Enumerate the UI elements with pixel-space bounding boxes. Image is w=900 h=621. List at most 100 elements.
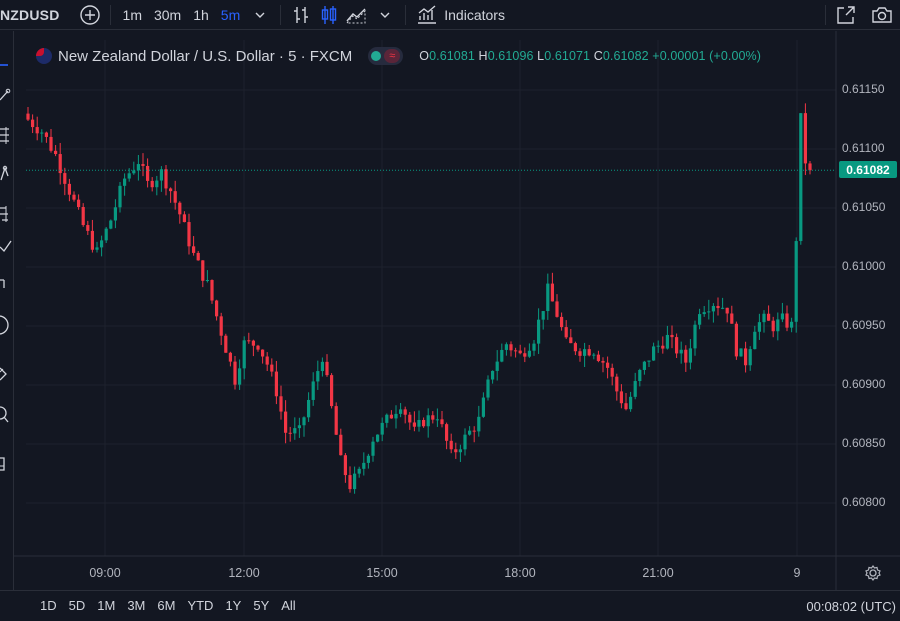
candle-body bbox=[799, 113, 803, 242]
range-1d-button[interactable]: 1D bbox=[34, 598, 63, 613]
candle-body bbox=[532, 343, 536, 351]
candle-body bbox=[316, 371, 320, 382]
candle-body bbox=[757, 322, 761, 332]
candle-body bbox=[550, 283, 554, 302]
utc-clock[interactable]: 00:08:02 (UTC) bbox=[806, 591, 896, 621]
candle-body bbox=[169, 188, 173, 192]
candle-body bbox=[564, 327, 568, 338]
candle-body bbox=[132, 170, 136, 174]
candle-body bbox=[468, 430, 472, 435]
candle-body bbox=[440, 419, 444, 425]
candle-body bbox=[343, 455, 347, 476]
candle-body bbox=[320, 361, 324, 372]
candle-body bbox=[693, 324, 697, 349]
candle-body bbox=[569, 337, 573, 344]
candle-body bbox=[707, 311, 711, 313]
candle-body bbox=[49, 136, 53, 151]
candle-body bbox=[311, 381, 315, 400]
candle-body bbox=[302, 417, 306, 426]
candle-body bbox=[307, 399, 311, 418]
candle-body bbox=[261, 349, 265, 357]
candle-body bbox=[293, 428, 297, 434]
price-label: 0.60950 bbox=[842, 318, 886, 332]
market-status-pill[interactable]: ≈ bbox=[368, 47, 404, 65]
open-value: 0.61081 bbox=[429, 49, 475, 63]
candle-body bbox=[794, 241, 798, 322]
range-5d-button[interactable]: 5D bbox=[63, 598, 92, 613]
candle-body bbox=[113, 207, 117, 221]
candle-body bbox=[141, 164, 145, 166]
candle-body bbox=[150, 180, 154, 188]
candle-body bbox=[366, 455, 370, 463]
candle-body bbox=[481, 397, 485, 417]
range-all-button[interactable]: All bbox=[275, 598, 301, 613]
candle-body bbox=[95, 247, 99, 250]
candle-body bbox=[670, 334, 674, 338]
candle-body bbox=[233, 361, 237, 385]
candle-body bbox=[523, 353, 527, 357]
candle-body bbox=[72, 194, 76, 200]
range-5y-button[interactable]: 5Y bbox=[247, 598, 275, 613]
chart-settings-button[interactable] bbox=[864, 564, 882, 585]
candle-body bbox=[274, 371, 278, 397]
candle-body bbox=[325, 361, 329, 376]
candle-body bbox=[656, 345, 660, 347]
range-1m-button[interactable]: 1M bbox=[91, 598, 121, 613]
candle-body bbox=[463, 434, 467, 450]
candle-body bbox=[744, 348, 748, 366]
candle-body bbox=[219, 316, 223, 336]
candle-body bbox=[330, 375, 334, 407]
candle-body bbox=[403, 409, 407, 415]
time-label: 18:00 bbox=[504, 566, 536, 580]
candle-body bbox=[247, 340, 251, 342]
candle-body bbox=[776, 319, 780, 332]
candle-body bbox=[155, 180, 159, 188]
candle-body bbox=[159, 169, 163, 181]
range-ytd-button[interactable]: YTD bbox=[181, 598, 219, 613]
candle-body bbox=[748, 349, 752, 366]
candle-body bbox=[173, 191, 177, 203]
candles-series bbox=[26, 103, 812, 494]
candle-body bbox=[624, 403, 628, 410]
candle-body bbox=[182, 214, 186, 223]
candle-body bbox=[790, 321, 794, 328]
gear-icon bbox=[865, 565, 881, 581]
candle-body bbox=[210, 280, 214, 301]
range-6m-button[interactable]: 6M bbox=[151, 598, 181, 613]
candle-body bbox=[90, 230, 94, 250]
candle-body bbox=[348, 475, 352, 490]
candle-body bbox=[385, 414, 389, 423]
current-price-badge: 0.61082 bbox=[839, 161, 897, 178]
candle-body bbox=[251, 340, 255, 346]
candlestick-chart[interactable] bbox=[0, 0, 900, 620]
candle-body bbox=[560, 316, 564, 328]
candle-body bbox=[192, 246, 196, 253]
time-label: 9 bbox=[793, 566, 801, 580]
time-label: 15:00 bbox=[366, 566, 398, 580]
candle-body bbox=[762, 313, 766, 323]
price-label: 0.61100 bbox=[842, 141, 885, 155]
candle-body bbox=[518, 350, 522, 354]
candle-body bbox=[606, 362, 610, 368]
candle-body bbox=[224, 335, 228, 353]
price-label: 0.60800 bbox=[842, 495, 886, 509]
candle-body bbox=[215, 300, 219, 317]
candle-body bbox=[426, 415, 430, 427]
candle-body bbox=[698, 314, 702, 325]
candle-body bbox=[164, 169, 168, 189]
candle-body bbox=[376, 434, 380, 442]
symbol-title[interactable]: New Zealand Dollar / U.S. Dollar · 5 · F… bbox=[58, 48, 352, 65]
candle-body bbox=[399, 409, 403, 414]
candle-body bbox=[284, 411, 288, 433]
candle-body bbox=[205, 280, 209, 282]
range-1y-button[interactable]: 1Y bbox=[219, 598, 247, 613]
candle-body bbox=[652, 346, 656, 361]
candle-body bbox=[86, 225, 90, 231]
open-label: O bbox=[419, 49, 430, 63]
range-3m-button[interactable]: 3M bbox=[121, 598, 151, 613]
candle-body bbox=[587, 349, 591, 356]
candle-body bbox=[684, 349, 688, 363]
candle-body bbox=[265, 356, 269, 365]
candle-body bbox=[394, 413, 398, 419]
candle-body bbox=[583, 349, 587, 356]
